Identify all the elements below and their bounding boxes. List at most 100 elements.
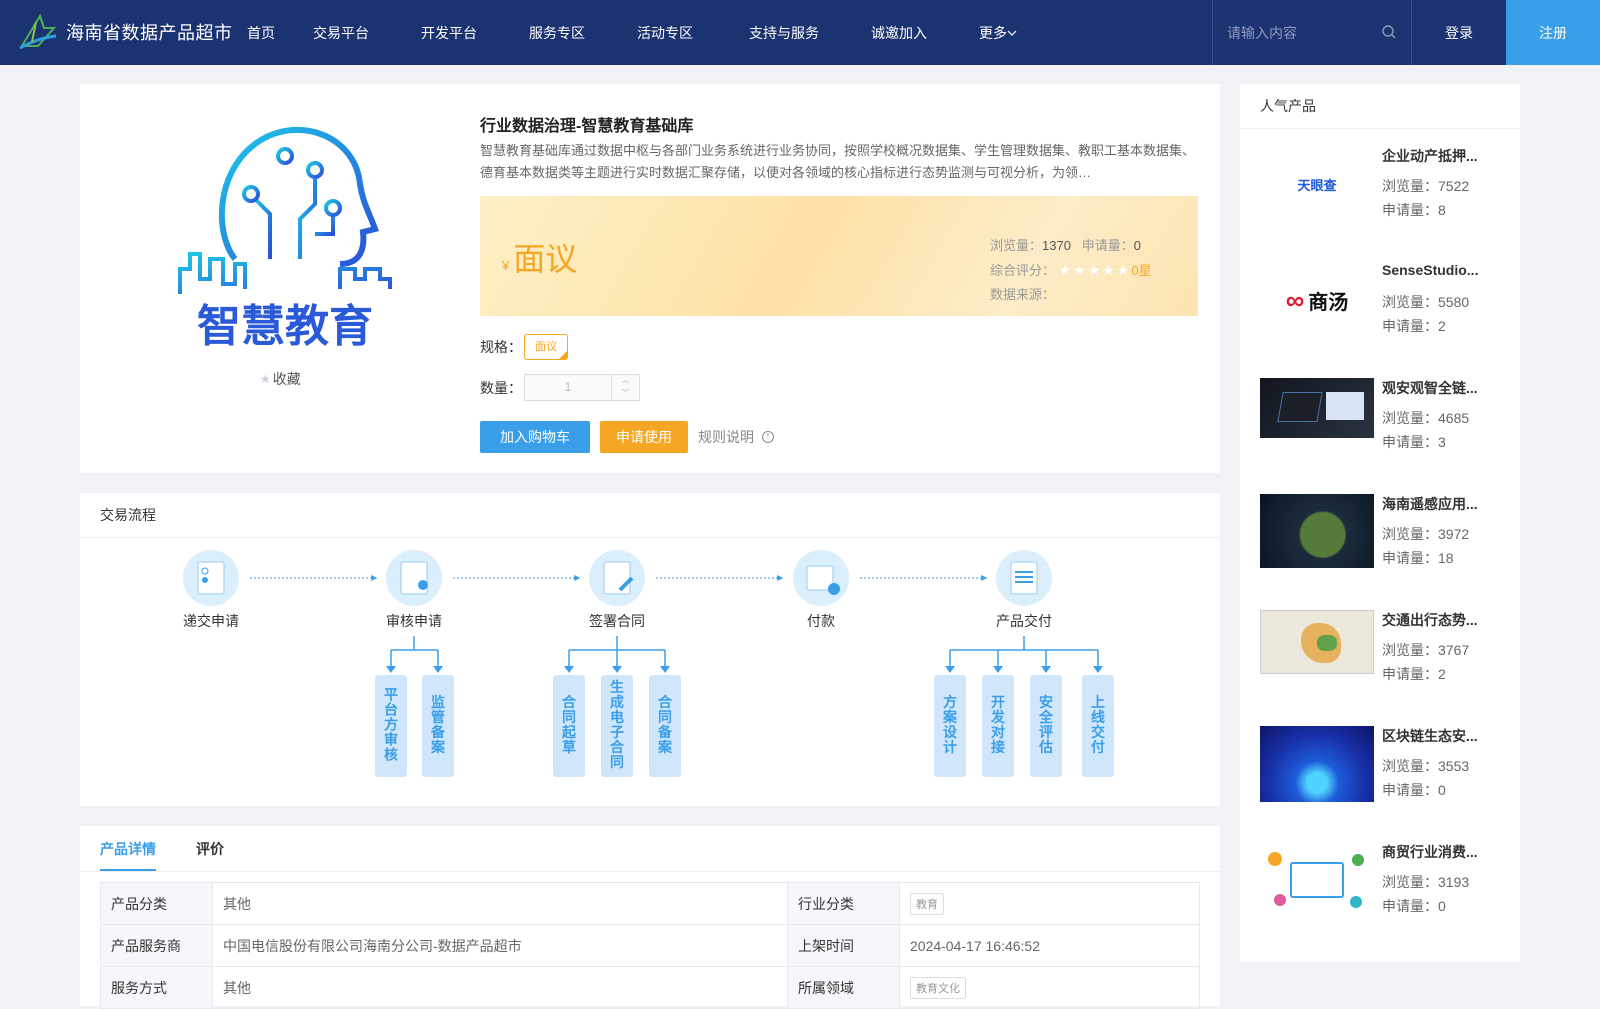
step-review: 审核申请 — [386, 550, 442, 629]
qty-label: 数量： — [480, 379, 522, 396]
chevron-down-icon — [1007, 30, 1017, 36]
product-stats: 浏览量：1370 申请量：0 综合评分： ★★★★★0星 数据来源： — [990, 234, 1152, 307]
substep-label: 合同备案 — [657, 694, 673, 755]
price-value: 面议 — [513, 241, 578, 277]
substep-label: 方案设计 — [942, 694, 958, 755]
popular-item[interactable]: 观安观智全链... 浏览量：4685 申请量：3 — [1260, 378, 1510, 478]
cell-key: 产品服务商 — [100, 924, 213, 967]
table-row: 服务方式 其他 所属领域 教育文化 — [100, 966, 1200, 1009]
popular-item-title[interactable]: 商贸行业消费... — [1382, 842, 1492, 862]
flow-title: 交易流程 — [80, 493, 1220, 538]
register-button[interactable]: 注册 — [1506, 0, 1600, 65]
popular-item-views: 浏览量：3553 — [1382, 758, 1470, 774]
popular-title: 人气产品 — [1240, 84, 1520, 129]
detail-panel: 产品详情 评价 产品分类 其他 行业分类 教育 产品服务商 中国电信股份有限公司… — [80, 826, 1220, 1009]
popular-item-apply: 申请量：2 — [1382, 666, 1446, 682]
popular-item[interactable]: ∞ 商汤 SenseStudio... 浏览量：5580 申请量：2 — [1260, 262, 1510, 362]
add-cart-button[interactable]: 加入购物车 — [480, 421, 590, 453]
popular-item[interactable]: 交通出行态势... 浏览量：3767 申请量：2 — [1260, 610, 1510, 710]
product-thumbnail[interactable] — [1260, 726, 1374, 802]
domain-tag: 教育文化 — [910, 976, 966, 999]
popular-item-title[interactable]: 海南遥感应用... — [1382, 494, 1492, 514]
popular-item-apply: 申请量：0 — [1382, 898, 1446, 914]
product-thumbnail[interactable] — [1260, 378, 1374, 454]
product-image-text: 智慧教育 — [197, 301, 373, 352]
substep-label: 上线交付 — [1091, 694, 1105, 755]
cell-value: 中国电信股份有限公司海南分公司-数据产品超市 — [212, 924, 788, 967]
popular-item-title[interactable]: 观安观智全链... — [1382, 378, 1492, 398]
popular-item[interactable]: 海南遥感应用... 浏览量：3972 申请量：18 — [1260, 494, 1510, 594]
popular-item-title[interactable]: 企业动产抵押... — [1382, 146, 1492, 166]
nav-more[interactable]: 更多 — [979, 23, 1017, 43]
step-pay: 付款 — [793, 550, 849, 629]
quantity-stepper[interactable]: 1 ︿ ﹀ — [524, 374, 640, 401]
product-thumbnail[interactable]: ∞ 商汤 — [1260, 262, 1374, 338]
flow-diagram: 递交申请 审核申请 签署合同 付款 产品交付 平台方审核监管备案合同起草生成电子… — [183, 550, 1114, 777]
popular-item-apply: 申请量：0 — [1382, 782, 1446, 798]
info-icon: ! — [762, 431, 774, 443]
popular-item-views: 浏览量：3767 — [1382, 642, 1470, 658]
nav-home[interactable]: 首页 — [247, 23, 275, 43]
popular-item-views: 浏览量：4685 — [1382, 410, 1470, 426]
product-thumbnail[interactable]: 天眼查 — [1260, 146, 1374, 222]
search-icon[interactable] — [1381, 24, 1397, 40]
apply-label: 申请量： — [1081, 238, 1134, 253]
tab-review[interactable]: 评价 — [196, 826, 224, 871]
rules-label: 规则说明 — [698, 429, 754, 445]
product-thumbnail[interactable] — [1260, 842, 1374, 918]
increment-icon[interactable]: ︿ — [612, 375, 639, 388]
nav-support[interactable]: 支持与服务 — [749, 23, 819, 43]
cell-key: 所属领域 — [787, 966, 900, 1009]
product-thumbnail[interactable] — [1260, 494, 1374, 570]
apply-use-button[interactable]: 申请使用 — [600, 421, 688, 453]
nav-service[interactable]: 服务专区 — [529, 23, 585, 43]
logo-icon — [19, 13, 57, 50]
decrement-icon[interactable]: ﹀ — [612, 388, 639, 401]
popular-item[interactable]: 天眼查 企业动产抵押... 浏览量：7522 申请量：8 — [1260, 146, 1510, 246]
tab-detail[interactable]: 产品详情 — [100, 826, 156, 871]
substep-label: 平台方审核 — [384, 687, 398, 763]
rating-stars: ★★★★★ — [1058, 262, 1132, 278]
popular-item-title[interactable]: SenseStudio... — [1382, 262, 1492, 278]
site-name: 海南省数据产品超市 — [66, 23, 233, 43]
stepper-arrows: ︿ ﹀ — [611, 375, 639, 400]
apply-value: 0 — [1133, 238, 1142, 253]
cell-value: 其他 — [212, 882, 788, 925]
nav-dev[interactable]: 开发平台 — [421, 23, 477, 43]
step-label-contract: 签署合同 — [589, 613, 645, 629]
cell-value: 其他 — [212, 966, 788, 1009]
search-input[interactable] — [1227, 24, 1377, 41]
action-buttons: 加入购物车 申请使用 规则说明! — [480, 421, 774, 453]
nav-trade[interactable]: 交易平台 — [313, 23, 369, 43]
substep-label: 安全评估 — [1038, 694, 1054, 755]
popular-item-title[interactable]: 交通出行态势... — [1382, 610, 1492, 630]
login-button[interactable]: 登录 — [1412, 0, 1506, 65]
popular-item[interactable]: 商贸行业消费... 浏览量：3193 申请量：0 — [1260, 842, 1510, 942]
step-label-review: 审核申请 — [386, 613, 442, 629]
cell-value: 教育 — [899, 882, 1200, 925]
product-panel: 智慧教育 ★ 收藏 行业数据治理-智慧教育基础库 智慧教育基础库通过数据中枢与各部… — [80, 84, 1220, 473]
product-thumbnail[interactable] — [1260, 610, 1374, 686]
favorite-button[interactable]: ★ 收藏 — [260, 369, 301, 389]
price: ¥ 面议 — [502, 234, 577, 280]
logo-text: 天眼查 — [1297, 177, 1337, 193]
detail-tabs: 产品详情 评价 — [80, 826, 1220, 872]
nav-join[interactable]: 诚邀加入 — [871, 23, 927, 43]
nav-activity[interactable]: 活动专区 — [637, 23, 693, 43]
popular-item-title[interactable]: 区块链生态安... — [1382, 726, 1492, 746]
product-description: 智慧教育基础库通过数据中枢与各部门业务系统进行业务协同，按照学校概况数据集、学生… — [480, 143, 1196, 180]
qty-value[interactable]: 1 — [525, 375, 611, 400]
rules-link[interactable]: 规则说明! — [698, 427, 774, 447]
spec-option[interactable]: 面议 — [524, 334, 568, 360]
substep-label: 合同起草 — [561, 694, 577, 755]
site-logo[interactable]: 海南省数据产品超市 — [18, 12, 233, 52]
cell-value: 2024-04-17 16:46:52 — [899, 924, 1200, 967]
popular-item[interactable]: 区块链生态安... 浏览量：3553 申请量：0 — [1260, 726, 1510, 826]
top-header: 海南省数据产品超市 首页 交易平台 开发平台 服务专区 活动专区 支持与服务 诚… — [0, 0, 1600, 65]
popular-item-views: 浏览量：3193 — [1382, 874, 1470, 890]
views-value: 1370 — [1042, 238, 1071, 253]
cell-value: 教育文化 — [899, 966, 1200, 1009]
views-label: 浏览量： — [990, 238, 1043, 253]
rating-label: 综合评分： — [990, 263, 1056, 278]
main-nav: 首页 交易平台 开发平台 服务专区 活动专区 支持与服务 诚邀加入 更多 — [247, 0, 1069, 65]
